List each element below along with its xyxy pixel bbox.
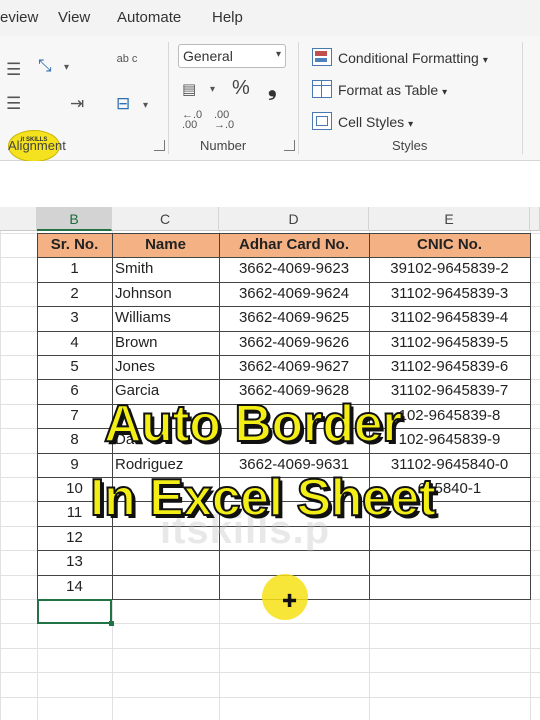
table-cell[interactable]: Johnson (112, 282, 219, 306)
ribbon: ☰ ⤡ ▾ ab c ☰ ⇥ ⊟ ▾ it SKILLS Alignment G… (0, 36, 540, 162)
table-cell[interactable]: 3662-4069-9627 (219, 355, 369, 379)
chevron-down-icon: ▾ (408, 119, 414, 130)
serial-cell[interactable]: 8 (37, 428, 112, 452)
formula-area (0, 161, 540, 207)
wrap-text-icon[interactable]: ab c (116, 54, 138, 65)
cell-styles-icon (312, 112, 332, 130)
overlay-title-line1: Auto Border (103, 394, 403, 454)
table-cell[interactable] (112, 550, 219, 574)
table-cell[interactable]: 31102-9645839-5 (369, 331, 530, 355)
table-cell[interactable] (369, 526, 530, 550)
increase-indent-icon[interactable]: ⇥ (70, 94, 84, 114)
group-divider (522, 42, 523, 154)
chevron-down-icon: ▾ (482, 55, 488, 66)
menu-bar: eview View Automate Help (0, 0, 540, 36)
group-divider (168, 42, 169, 154)
conditional-formatting-icon (312, 48, 332, 66)
serial-cell[interactable]: 6 (37, 379, 112, 403)
gridline (0, 648, 540, 649)
format-as-table-icon (312, 80, 332, 98)
table-cell[interactable]: 3662-4069-9626 (219, 331, 369, 355)
gridline (0, 672, 540, 673)
orientation-icon[interactable]: ⤡ (38, 56, 52, 76)
table-cell[interactable]: 3662-4069-9623 (219, 257, 369, 281)
table-cell[interactable]: Williams (112, 306, 219, 330)
table-cell[interactable]: 3662-4069-9624 (219, 282, 369, 306)
gridline (0, 231, 1, 720)
serial-cell[interactable]: 2 (37, 282, 112, 306)
table-header-cell[interactable]: Name (112, 233, 219, 257)
menu-help[interactable]: Help (212, 9, 243, 26)
alignment-launcher-icon[interactable] (154, 140, 165, 151)
serial-cell[interactable]: 3 (37, 306, 112, 330)
chevron-down-icon: ▾ (275, 49, 281, 60)
column-header-d[interactable]: D (219, 207, 369, 231)
cell-styles-button[interactable]: Cell Styles ▾ (312, 112, 413, 134)
format-as-table-button[interactable]: Format as Table ▾ (312, 80, 447, 102)
table-cell[interactable]: 31102-9645839-6 (369, 355, 530, 379)
increase-decimal-icon[interactable]: ←.0 .00 (182, 110, 204, 131)
table-cell[interactable]: 3662-4069-9625 (219, 306, 369, 330)
mouse-cursor-icon: ✚ (282, 591, 298, 611)
column-header-e[interactable]: E (369, 207, 530, 231)
menu-view[interactable]: View (58, 9, 90, 26)
column-header-c[interactable]: C (112, 207, 219, 231)
menu-review[interactable]: eview (0, 9, 38, 26)
format-as-table-label: Format as Table (338, 82, 439, 98)
percent-style-button[interactable]: % (232, 78, 250, 98)
table-cell[interactable] (112, 575, 219, 599)
group-divider (298, 42, 299, 154)
table-cell[interactable]: 31102-9645839-4 (369, 306, 530, 330)
serial-cell[interactable]: 4 (37, 331, 112, 355)
column-header-a[interactable] (0, 207, 37, 231)
serial-cell[interactable]: 1 (37, 257, 112, 281)
table-header-cell[interactable]: CNIC No. (369, 233, 530, 257)
overlay-title-line2: In Excel Sheet (89, 468, 437, 528)
chevron-down-icon: ▾ (442, 87, 448, 98)
serial-cell[interactable]: 14 (37, 575, 112, 599)
chevron-down-icon[interactable]: ▾ (210, 84, 215, 95)
cell-border (530, 233, 531, 599)
table-cell[interactable] (369, 575, 530, 599)
decrease-decimal-icon[interactable]: .00 →.0 (214, 110, 236, 131)
serial-cell[interactable]: 5 (37, 355, 112, 379)
cell-styles-label: Cell Styles (338, 114, 405, 130)
table-header-cell[interactable]: Adhar Card No. (219, 233, 369, 257)
table-cell[interactable]: Brown (112, 331, 219, 355)
chevron-down-icon[interactable]: ▾ (64, 62, 69, 73)
table-cell[interactable]: 31102-9645839-3 (369, 282, 530, 306)
merge-center-icon[interactable]: ⊟ (116, 94, 130, 114)
number-group-label: Number (200, 138, 247, 153)
table-cell[interactable] (369, 550, 530, 574)
table-cell[interactable] (219, 550, 369, 574)
table-cell[interactable]: Smith (112, 257, 219, 281)
column-header-f[interactable] (530, 207, 540, 231)
alignment-group-label: Alignment (8, 138, 66, 153)
table-header-cell[interactable]: Sr. No. (37, 233, 112, 257)
comma-style-button[interactable]: ❟ (268, 77, 277, 99)
decrease-indent-icon[interactable]: ☰ (6, 94, 21, 114)
serial-cell[interactable]: 13 (37, 550, 112, 574)
column-header-b[interactable]: B (37, 207, 112, 231)
table-cell[interactable]: Jones (112, 355, 219, 379)
accounting-format-icon[interactable]: ▤ (182, 80, 196, 100)
serial-cell[interactable]: 12 (37, 526, 112, 550)
number-launcher-icon[interactable] (284, 140, 295, 151)
chevron-down-icon[interactable]: ▾ (143, 100, 148, 111)
styles-group-label: Styles (392, 138, 428, 153)
align-left-icon[interactable]: ☰ (6, 60, 21, 80)
conditional-formatting-button[interactable]: Conditional Formatting ▾ (312, 48, 488, 70)
conditional-formatting-label: Conditional Formatting (338, 50, 479, 66)
active-cell-selection[interactable] (37, 599, 114, 626)
number-format-dropdown[interactable]: General ▾ (178, 44, 286, 68)
menu-automate[interactable]: Automate (117, 9, 181, 26)
serial-cell[interactable]: 7 (37, 404, 112, 428)
cell-border (37, 233, 38, 599)
number-format-value: General (183, 48, 233, 64)
gridline (0, 697, 540, 698)
table-cell[interactable]: 39102-9645839-2 (369, 257, 530, 281)
